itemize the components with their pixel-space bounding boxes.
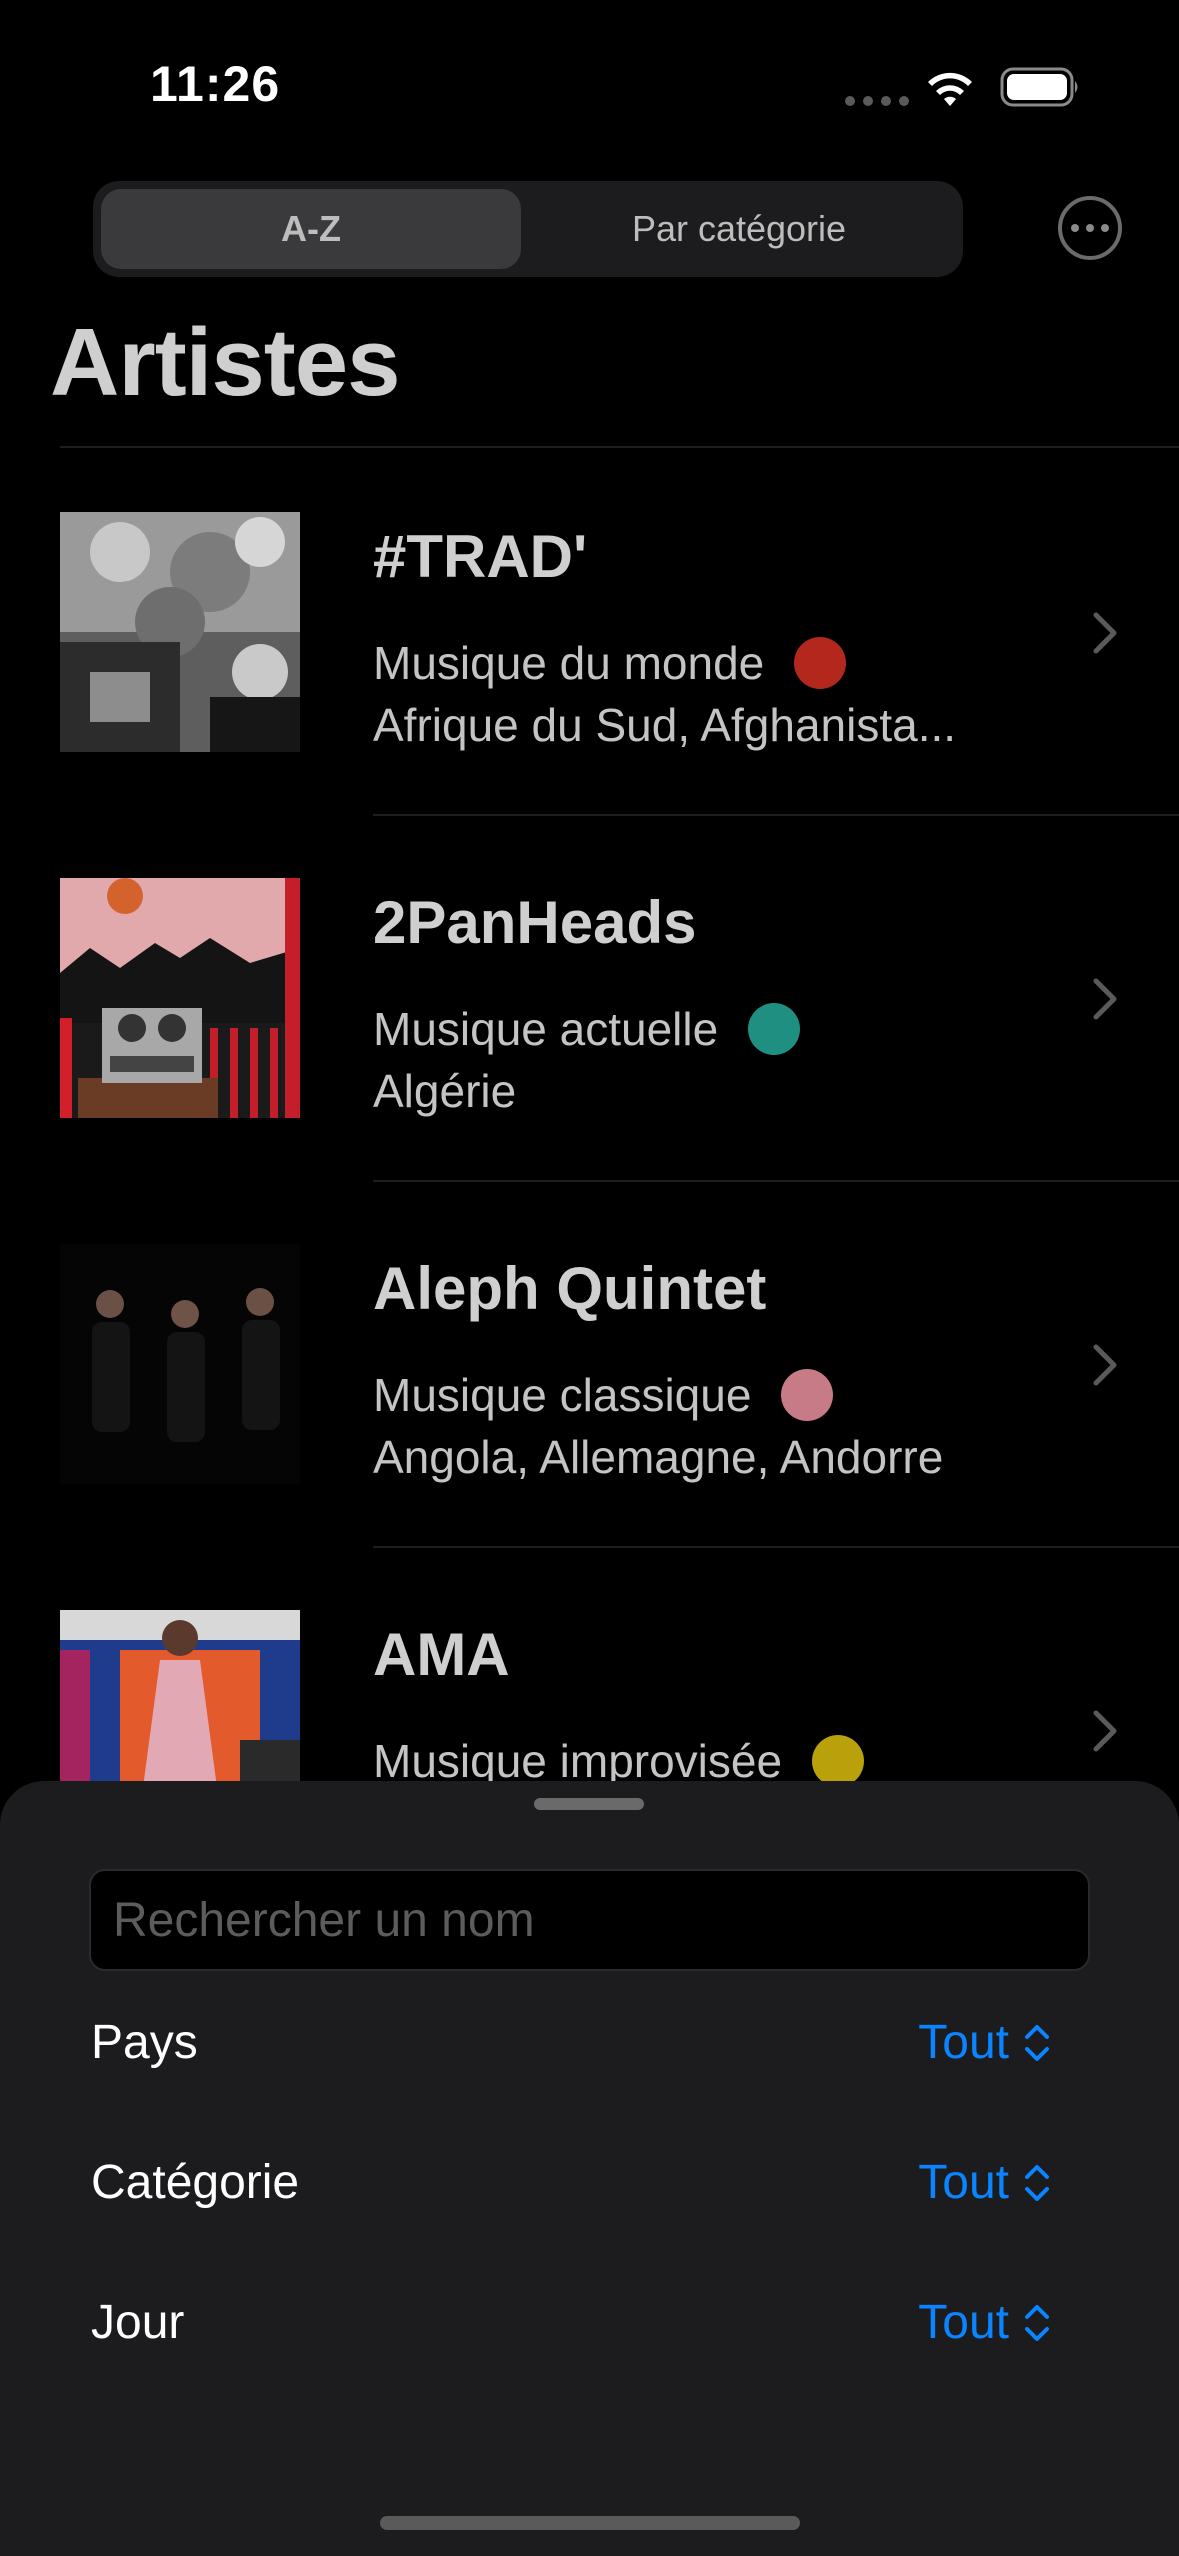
artist-row[interactable]: #TRAD' Musique du monde Afrique du Sud, … — [0, 512, 1179, 878]
category-color-dot — [781, 1369, 834, 1421]
artist-row[interactable]: Aleph Quintet Musique classique Angola, … — [0, 1244, 1179, 1610]
battery-icon — [1000, 67, 1078, 107]
page-title: Artistes — [50, 309, 400, 416]
filter-label-categorie: Catégorie — [91, 2156, 300, 2209]
title-divider — [60, 446, 1179, 448]
search-input[interactable] — [89, 1869, 1090, 1971]
artist-name: 2PanHeads — [373, 889, 697, 956]
cellular-signal-icon — [845, 96, 909, 106]
artist-category-label: Musique actuelle — [373, 1003, 719, 1055]
segment-a-z[interactable]: A-Z — [101, 189, 521, 269]
status-time: 11:26 — [150, 56, 281, 112]
artist-category: Musique classique — [373, 1368, 834, 1422]
chevron-right-icon — [1093, 1344, 1117, 1386]
artist-photo — [60, 512, 300, 752]
filter-sheet: Pays Tout Catégorie Tout Jour Tout — [0, 1781, 1179, 2556]
row-divider — [373, 814, 1179, 816]
artist-countries: Angola, Allemagne, Andorre — [373, 1431, 944, 1483]
artist-row[interactable]: 2PanHeads Musique actuelle Algérie — [0, 878, 1179, 1244]
artist-category-label: Musique improvisée — [373, 1735, 783, 1787]
filter-picker-pays[interactable]: Tout — [918, 2015, 1051, 2070]
artist-name: AMA — [373, 1621, 510, 1688]
chevron-right-icon — [1093, 1710, 1117, 1752]
chevron-right-icon — [1093, 612, 1117, 654]
chevron-up-down-icon — [1025, 2304, 1049, 2341]
view-mode-segmented-control: A-Z Par catégorie — [93, 181, 963, 277]
filter-picker-jour[interactable]: Tout — [918, 2295, 1051, 2350]
more-options-icon[interactable] — [1058, 196, 1122, 260]
filter-picker-categorie[interactable]: Tout — [918, 2155, 1051, 2210]
row-divider — [373, 1546, 1179, 1548]
artist-countries: Afrique du Sud, Afghanista... — [373, 699, 957, 751]
filter-label-jour: Jour — [91, 2296, 185, 2349]
artist-category-label: Musique classique — [373, 1369, 752, 1421]
artist-photo — [60, 1244, 300, 1484]
segment-par-categorie[interactable]: Par catégorie — [523, 189, 955, 269]
filter-label-pays: Pays — [91, 2016, 198, 2069]
artist-category: Musique actuelle — [373, 1002, 801, 1056]
artist-name: #TRAD' — [373, 523, 588, 590]
filter-value-jour: Tout — [918, 2296, 1009, 2349]
artist-category-label: Musique du monde — [373, 637, 765, 689]
category-color-dot — [812, 1735, 865, 1787]
artist-category: Musique improvisée — [373, 1734, 865, 1788]
category-color-dot — [794, 637, 847, 689]
wifi-icon — [928, 72, 972, 106]
sheet-grabber[interactable] — [534, 1798, 644, 1810]
artist-photo — [60, 878, 300, 1118]
filter-value-categorie: Tout — [918, 2156, 1009, 2209]
filter-value-pays: Tout — [918, 2016, 1009, 2069]
chevron-up-down-icon — [1025, 2164, 1049, 2201]
home-indicator[interactable] — [380, 2516, 800, 2530]
category-color-dot — [748, 1003, 801, 1055]
chevron-up-down-icon — [1025, 2024, 1049, 2061]
row-divider — [373, 1180, 1179, 1182]
artist-countries: Algérie — [373, 1065, 517, 1117]
chevron-right-icon — [1093, 978, 1117, 1020]
artist-name: Aleph Quintet — [373, 1255, 767, 1322]
artist-category: Musique du monde — [373, 636, 847, 690]
